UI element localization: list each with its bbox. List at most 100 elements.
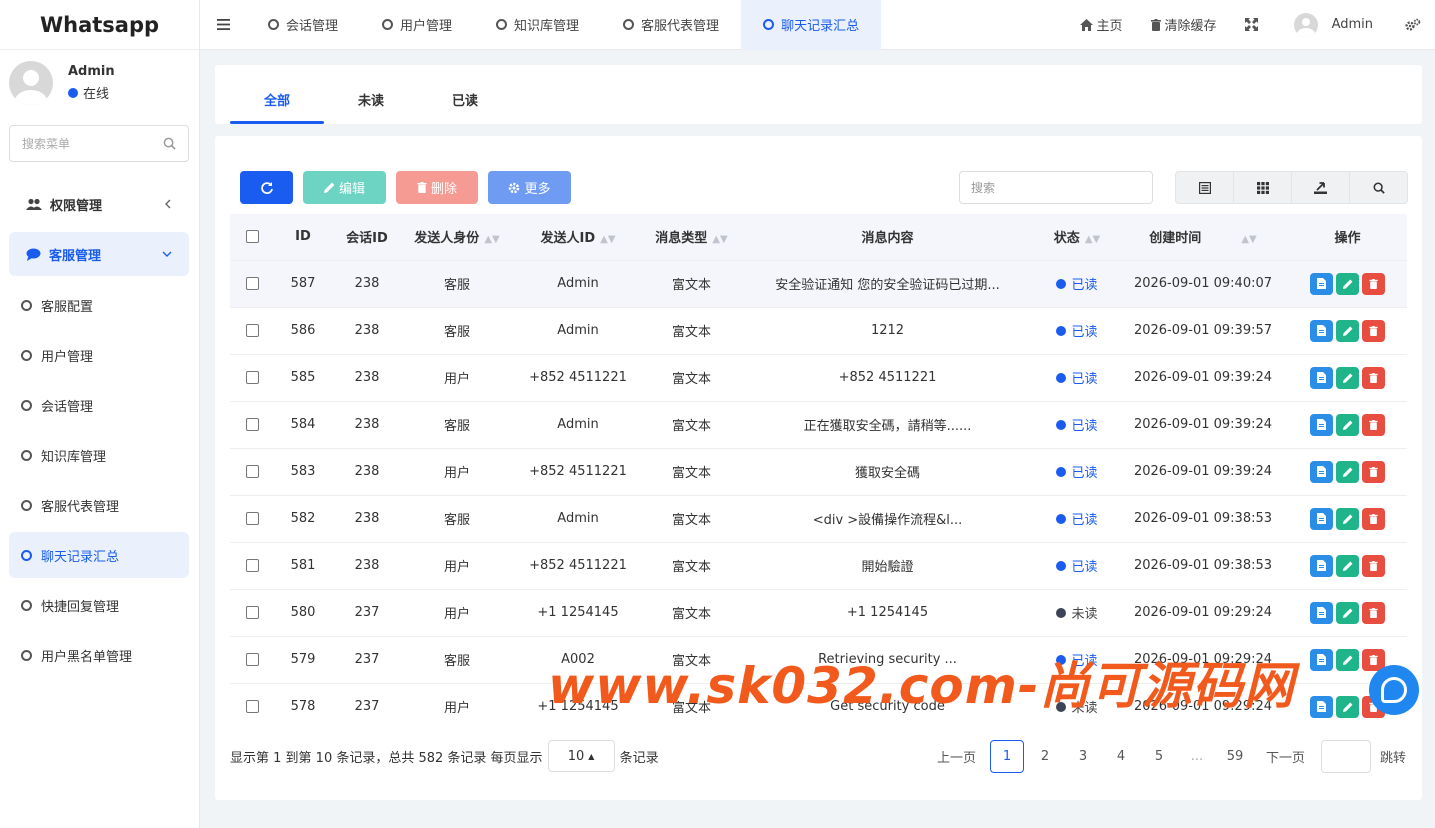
filter-tab-read[interactable]: 已读 — [418, 74, 512, 124]
detail-button[interactable] — [1310, 272, 1333, 295]
header-id[interactable]: ID — [274, 214, 332, 260]
header-content[interactable]: 消息内容 — [739, 214, 1036, 260]
sidebar-item-knowledge[interactable]: 知识库管理 — [9, 432, 189, 478]
detail-button[interactable] — [1310, 507, 1333, 530]
page-button-2[interactable]: 2 — [1026, 740, 1064, 773]
detail-button[interactable] — [1310, 460, 1333, 483]
advanced-search-icon[interactable] — [1349, 171, 1408, 204]
header-sender-role[interactable]: 发送人身份 ▲▼ — [402, 214, 512, 260]
table-search-input[interactable] — [959, 171, 1153, 204]
tab-chat-records[interactable]: 聊天记录汇总 — [741, 0, 882, 50]
row-checkbox[interactable] — [245, 700, 259, 714]
edit-button[interactable]: 编辑 — [303, 171, 386, 204]
row-checkbox[interactable] — [245, 606, 259, 619]
search-icon[interactable] — [163, 137, 176, 150]
tab-agents[interactable]: 客服代表管理 — [601, 0, 741, 50]
row-delete-button[interactable] — [1362, 366, 1385, 389]
tab-knowledge[interactable]: 知识库管理 — [474, 0, 601, 50]
cell-sender-role[interactable]: 用户 — [402, 353, 512, 401]
chat-support-button[interactable] — [1369, 665, 1419, 715]
detail-button[interactable] — [1310, 648, 1333, 671]
jump-page-input[interactable] — [1321, 740, 1371, 773]
header-sender-id[interactable]: 发送人ID ▲▼ — [512, 214, 644, 260]
detail-button[interactable] — [1310, 319, 1333, 342]
table-row[interactable]: 582 238 客服 Admin 富文本 <div >設備操作流程&l... 已读 2026-… — [230, 494, 1407, 542]
clear-cache-link[interactable]: 清除缓存 — [1137, 15, 1231, 34]
table-row[interactable]: 586 238 客服 Admin 富文本 1212 已读 2026-09-01 09:39:5… — [230, 306, 1407, 354]
fullscreen-icon[interactable] — [1231, 18, 1272, 31]
row-edit-button[interactable] — [1336, 554, 1359, 577]
cell-sender-role[interactable]: 用户 — [402, 541, 512, 589]
home-link[interactable]: 主页 — [1066, 15, 1137, 34]
table-row[interactable]: 580 237 用户 +1 1254145 富文本 +1 1254145 未读 2026-09… — [230, 588, 1407, 636]
detail-button[interactable] — [1310, 554, 1333, 577]
row-checkbox[interactable] — [245, 371, 259, 384]
row-edit-button[interactable] — [1336, 648, 1359, 671]
menu-toggle-icon[interactable] — [200, 0, 246, 50]
sidebar-item-sessions[interactable]: 会话管理 — [9, 382, 189, 428]
cell-sender-role[interactable]: 用户 — [402, 682, 512, 730]
row-checkbox[interactable] — [245, 277, 259, 290]
row-checkbox[interactable] — [245, 418, 259, 431]
grid-view-icon[interactable] — [1233, 171, 1292, 204]
row-delete-button[interactable] — [1362, 554, 1385, 577]
page-size-select[interactable]: 10 ▲ — [547, 740, 615, 772]
tab-sessions[interactable]: 会话管理 — [246, 0, 360, 50]
sidebar-item-blacklist[interactable]: 用户黑名单管理 — [9, 632, 189, 678]
row-checkbox[interactable] — [245, 653, 259, 666]
jump-button[interactable]: 跳转 — [1379, 740, 1407, 773]
table-row[interactable]: 585 238 用户 +852 4511221 富文本 +852 4511221 已读 202… — [230, 353, 1407, 401]
row-edit-button[interactable] — [1336, 272, 1359, 295]
menu-search-input[interactable] — [22, 136, 152, 151]
header-status[interactable]: 状态 ▲▼ — [1036, 214, 1118, 260]
menu-group-permissions[interactable]: 权限管理 — [9, 182, 189, 226]
row-edit-button[interactable] — [1336, 319, 1359, 342]
row-checkbox[interactable] — [245, 559, 259, 572]
cell-sender-role[interactable]: 用户 — [402, 588, 512, 636]
row-checkbox[interactable] — [245, 512, 259, 525]
filter-tab-unread[interactable]: 未读 — [324, 74, 418, 124]
row-checkbox[interactable] — [245, 465, 259, 478]
refresh-button[interactable] — [240, 171, 293, 204]
row-edit-button[interactable] — [1336, 413, 1359, 436]
detail-button[interactable] — [1310, 695, 1333, 718]
prev-page-button[interactable]: 上一页 — [925, 740, 988, 773]
sidebar-item-service-config[interactable]: 客服配置 — [9, 282, 189, 328]
cell-sender-role[interactable]: 用户 — [402, 447, 512, 495]
row-edit-button[interactable] — [1336, 460, 1359, 483]
select-all-checkbox[interactable] — [245, 230, 259, 244]
detail-button[interactable] — [1310, 413, 1333, 436]
table-row[interactable]: 581 238 用户 +852 4511221 富文本 開始驗證 已读 2026-09-01 … — [230, 541, 1407, 589]
row-delete-button[interactable] — [1362, 507, 1385, 530]
menu-group-service[interactable]: 客服管理 — [9, 232, 189, 276]
detail-button[interactable] — [1310, 601, 1333, 624]
next-page-button[interactable]: 下一页 — [1254, 740, 1317, 773]
row-delete-button[interactable] — [1362, 319, 1385, 342]
list-view-icon[interactable] — [1175, 171, 1234, 204]
detail-button[interactable] — [1310, 366, 1333, 389]
page-button-5[interactable]: 5 — [1140, 740, 1178, 773]
row-edit-button[interactable] — [1336, 507, 1359, 530]
page-button-59[interactable]: 59 — [1216, 740, 1254, 773]
header-session-id[interactable]: 会话ID — [332, 214, 402, 260]
more-button[interactable]: 更多 — [488, 171, 571, 204]
row-edit-button[interactable] — [1336, 366, 1359, 389]
row-delete-button[interactable] — [1362, 272, 1385, 295]
sidebar-item-quick-replies[interactable]: 快捷回复管理 — [9, 582, 189, 628]
settings-icon[interactable] — [1387, 18, 1435, 32]
table-row[interactable]: 584 238 客服 Admin 富文本 正在獲取安全碼，請稍等...... 已读 2026-… — [230, 400, 1407, 448]
table-row[interactable]: 587 238 客服 Admin 富文本 安全验证通知 您的安全验证码已过期... 已读 20… — [230, 259, 1407, 307]
row-delete-button[interactable] — [1362, 460, 1385, 483]
sidebar-item-users[interactable]: 用户管理 — [9, 332, 189, 378]
header-created[interactable]: 创建时间 ▲▼ — [1118, 214, 1288, 260]
sidebar-item-agents[interactable]: 客服代表管理 — [9, 482, 189, 528]
page-button-3[interactable]: 3 — [1064, 740, 1102, 773]
delete-button[interactable]: 删除 — [396, 171, 478, 204]
header-msg-type[interactable]: 消息类型 ▲▼ — [644, 214, 739, 260]
tab-users[interactable]: 用户管理 — [360, 0, 474, 50]
admin-menu[interactable]: Admin — [1272, 12, 1387, 37]
export-icon[interactable] — [1291, 171, 1350, 204]
row-delete-button[interactable] — [1362, 413, 1385, 436]
filter-tab-all[interactable]: 全部 — [230, 74, 324, 124]
row-delete-button[interactable] — [1362, 601, 1385, 624]
